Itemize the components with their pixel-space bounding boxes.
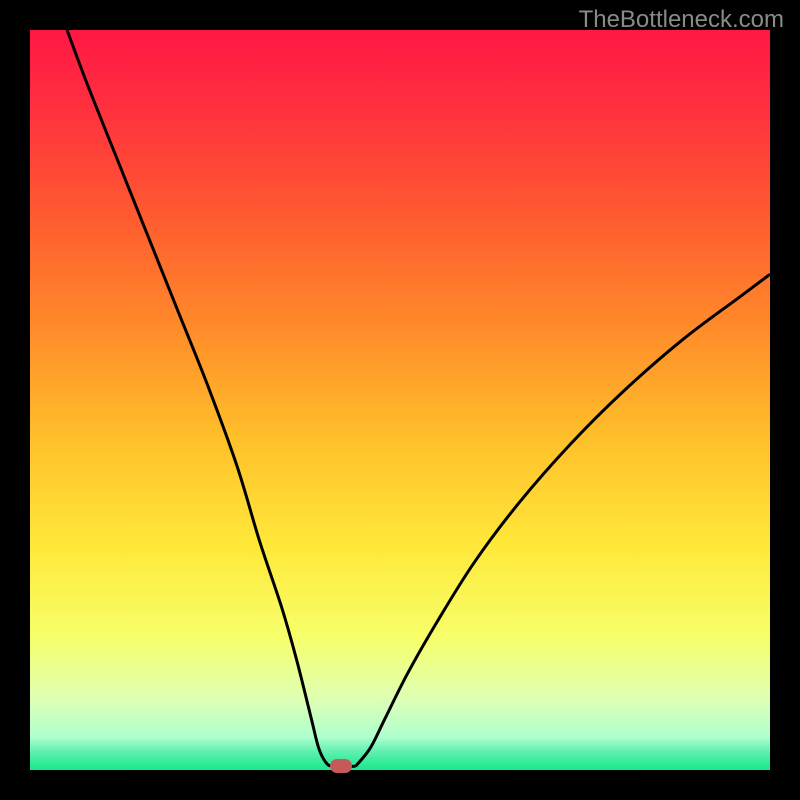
- bottleneck-chart: [30, 30, 770, 770]
- chart-frame: TheBottleneck.com: [0, 0, 800, 800]
- minimum-marker: [330, 759, 352, 773]
- gradient-background: [30, 30, 770, 770]
- watermark-text: TheBottleneck.com: [579, 6, 784, 34]
